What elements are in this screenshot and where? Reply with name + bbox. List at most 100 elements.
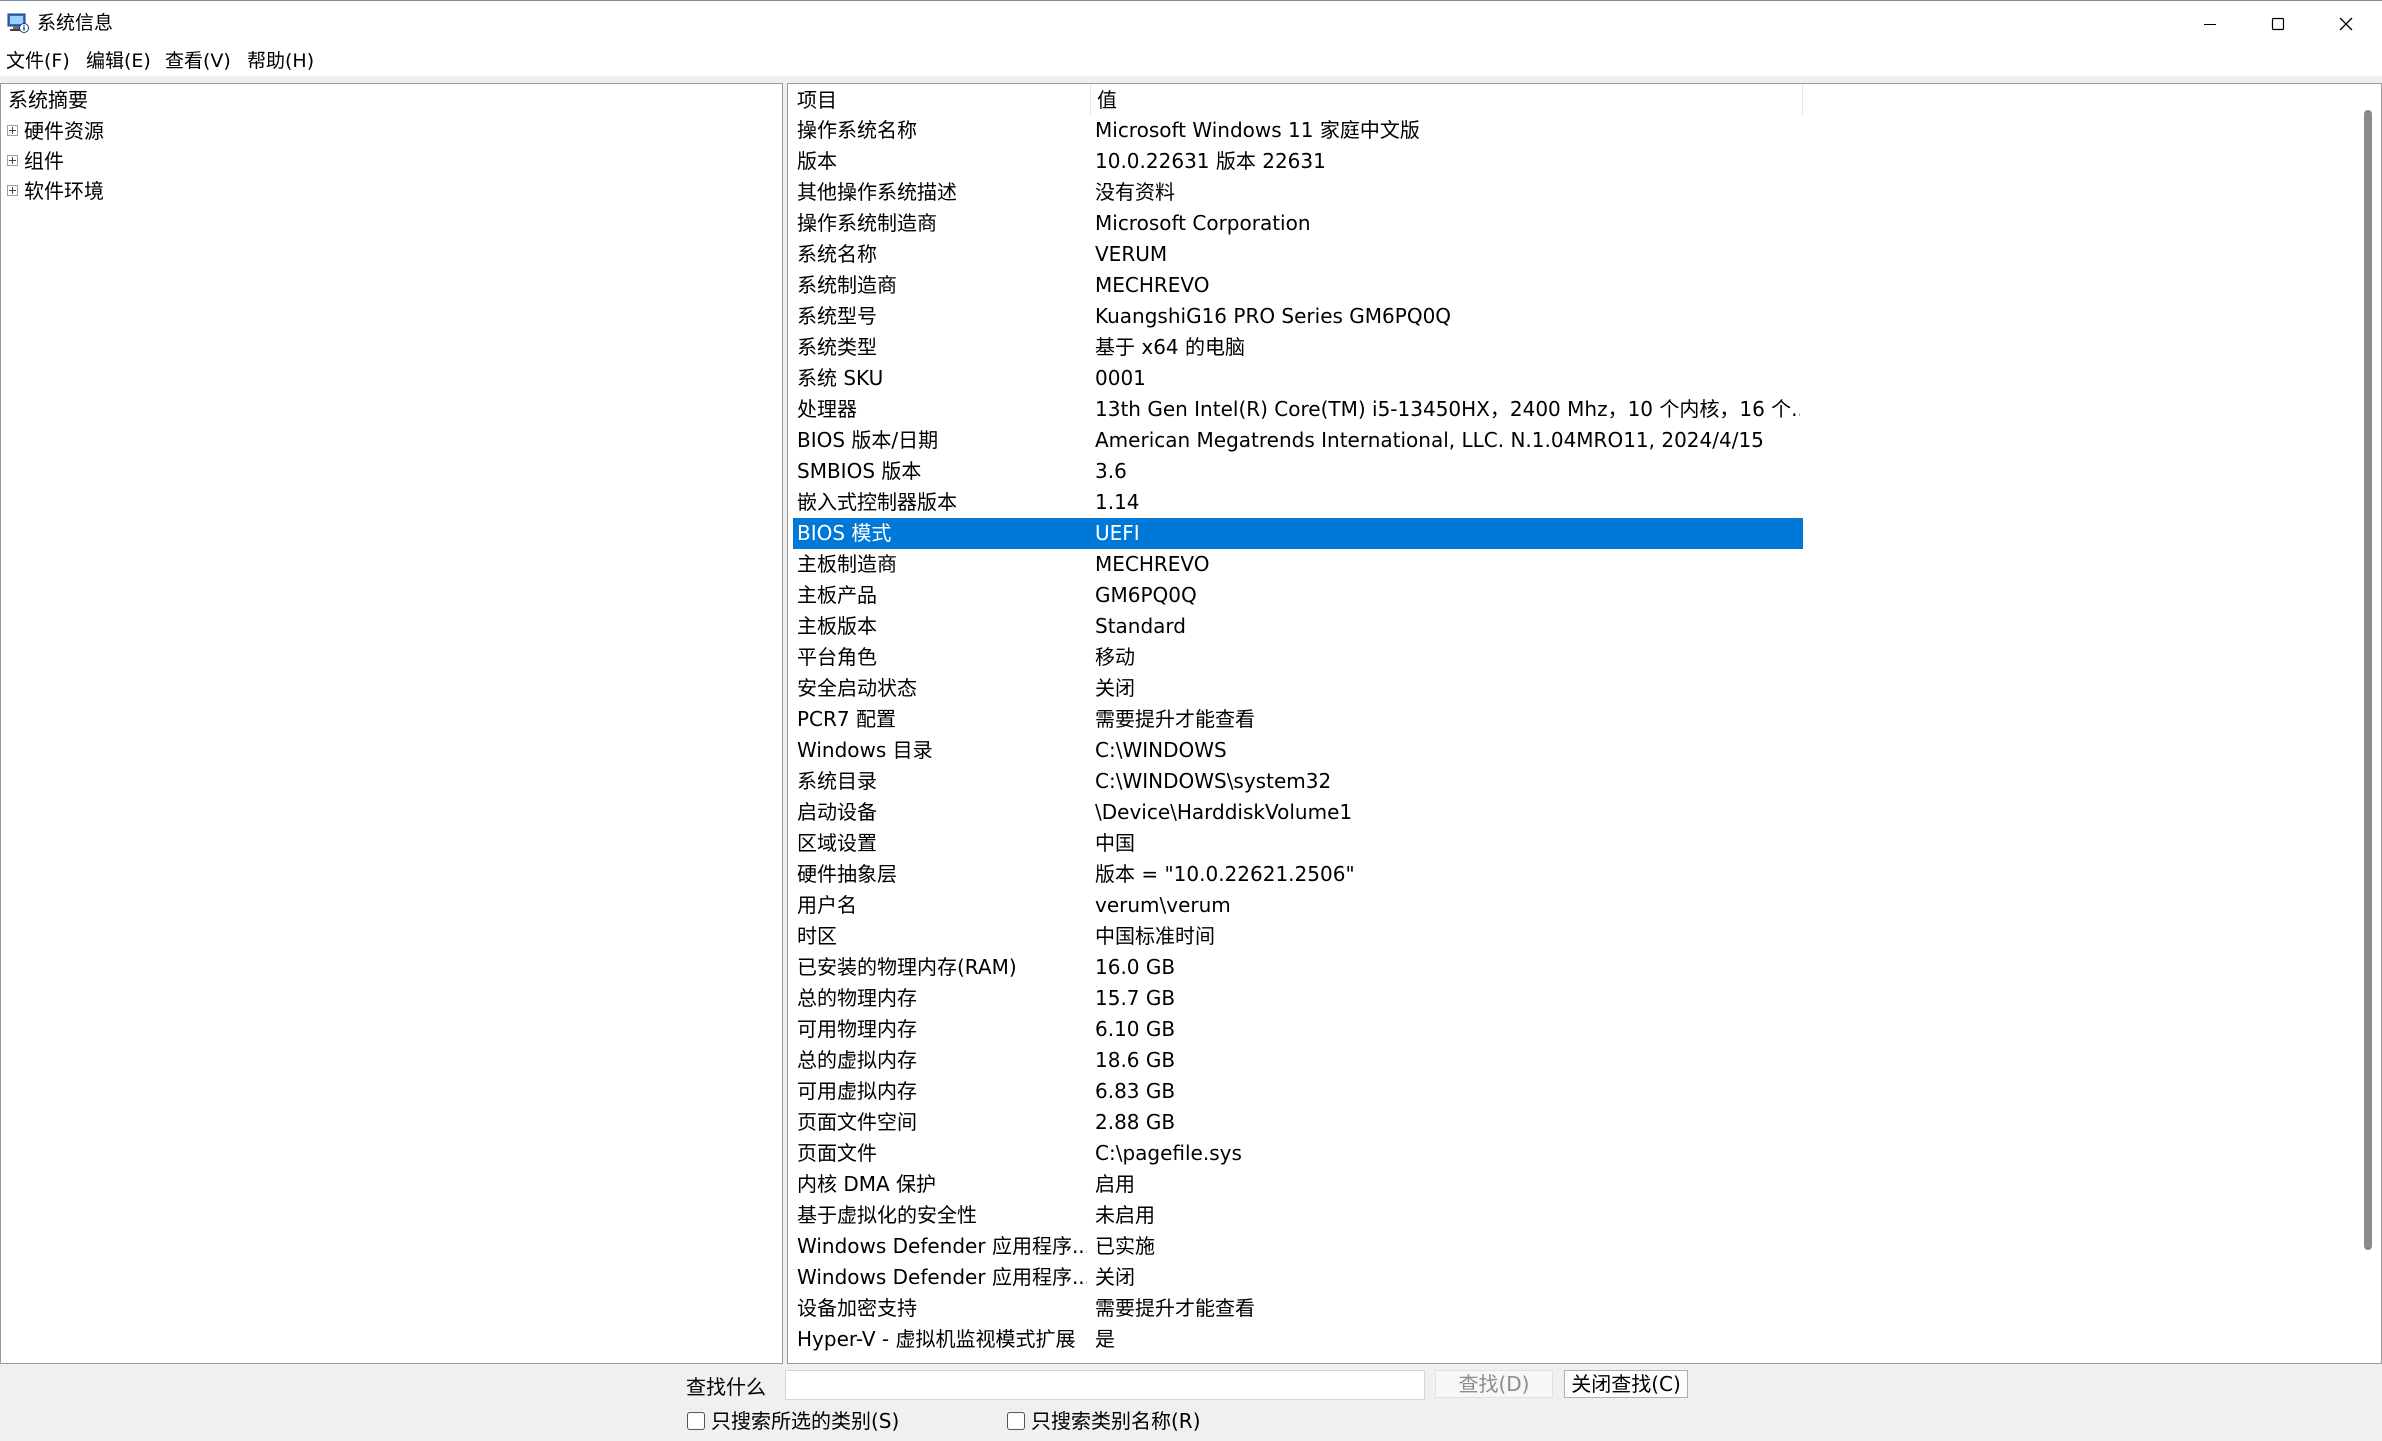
checkbox-label: 只搜索类别名称(R) [1031, 1409, 1201, 1433]
find-button[interactable]: 查找(D) [1435, 1370, 1553, 1398]
vertical-scrollbar[interactable] [2355, 84, 2381, 1363]
row-item-cell: 已安装的物理内存(RAM) [797, 955, 1017, 979]
plus-box-icon[interactable] [7, 185, 18, 196]
table-row[interactable]: 安全启动状态 关闭 [793, 673, 1803, 704]
row-item-cell: 系统目录 [797, 769, 877, 793]
table-row[interactable]: 设备加密支持 需要提升才能查看 [793, 1293, 1803, 1324]
table-row[interactable]: 主板制造商 MECHREVO [793, 549, 1803, 580]
row-item-cell: 设备加密支持 [797, 1296, 917, 1320]
scrollbar-thumb[interactable] [2364, 110, 2372, 1250]
column-divider[interactable] [1802, 84, 1803, 115]
row-item-cell: 基于虚拟化的安全性 [797, 1203, 977, 1227]
search-category-names-checkbox[interactable] [1007, 1411, 1025, 1430]
tree-item-hardware-resources[interactable]: 硬件资源 [7, 118, 104, 144]
row-item-cell: 平台角色 [797, 645, 877, 669]
table-row[interactable]: 启动设备 \Device\HarddiskVolume1 [793, 797, 1803, 828]
table-row[interactable]: 总的虚拟内存 18.6 GB [793, 1045, 1803, 1076]
row-value-cell: Microsoft Windows 11 家庭中文版 [1095, 118, 1420, 142]
title-bar[interactable]: 系统信息 [0, 0, 2382, 46]
close-find-button[interactable]: 关闭查找(C) [1564, 1370, 1688, 1398]
table-row[interactable]: 系统 SKU 0001 [793, 363, 1803, 394]
tree-item-software-environment[interactable]: 软件环境 [7, 178, 104, 204]
row-item-cell: 安全启动状态 [797, 676, 917, 700]
row-item-cell: 系统 SKU [797, 366, 884, 390]
row-item-cell: PCR7 配置 [797, 707, 897, 731]
table-row[interactable]: 系统制造商 MECHREVO [793, 270, 1803, 301]
table-row[interactable]: Windows Defender 应用程序... 已实施 [793, 1231, 1803, 1262]
table-row[interactable]: 系统目录 C:\WINDOWS\system32 [793, 766, 1803, 797]
row-value-cell: 2.88 GB [1095, 1110, 1176, 1134]
row-item-cell: BIOS 版本/日期 [797, 428, 939, 452]
column-divider[interactable] [1090, 84, 1091, 115]
table-row[interactable]: BIOS 模式 UEFI [793, 518, 1803, 549]
table-row[interactable]: 用户名 verum\verum [793, 890, 1803, 921]
row-value-cell: 是 [1095, 1327, 1115, 1351]
row-item-cell: Hyper-V - 虚拟机监视模式扩展 [797, 1327, 1076, 1351]
table-row[interactable]: 页面文件 C:\pagefile.sys [793, 1138, 1803, 1169]
column-header-value[interactable]: 值 [1097, 87, 1117, 113]
table-row[interactable]: 系统类型 基于 x64 的电脑 [793, 332, 1803, 363]
details-list[interactable]: 项目 值 操作系统名称 Microsoft Windows 11 家庭中文版 版本 1… [787, 83, 2382, 1364]
search-selected-category-checkbox[interactable] [687, 1411, 705, 1430]
tree-item-system-summary[interactable]: 系统摘要 [7, 87, 89, 113]
table-row[interactable]: 基于虚拟化的安全性 未启用 [793, 1200, 1803, 1231]
table-row[interactable]: 已安装的物理内存(RAM) 16.0 GB [793, 952, 1803, 983]
table-row[interactable]: 操作系统制造商 Microsoft Corporation [793, 208, 1803, 239]
table-row[interactable]: 内核 DMA 保护 启用 [793, 1169, 1803, 1200]
checkbox-label: 只搜索所选的类别(S) [711, 1409, 900, 1433]
row-item-cell: 总的虚拟内存 [797, 1048, 917, 1072]
row-item-cell: 可用虚拟内存 [797, 1079, 917, 1103]
tree-item-label: 硬件资源 [24, 119, 104, 143]
maximize-button[interactable] [2244, 1, 2312, 47]
table-row[interactable]: 系统型号 KuangshiG16 PRO Series GM6PQ0Q [793, 301, 1803, 332]
table-row[interactable]: SMBIOS 版本 3.6 [793, 456, 1803, 487]
table-row[interactable]: Windows 目录 C:\WINDOWS [793, 735, 1803, 766]
row-value-cell: C:\WINDOWS\system32 [1095, 769, 1332, 793]
plus-box-icon[interactable] [7, 125, 18, 136]
table-row[interactable]: 区域设置 中国 [793, 828, 1803, 859]
table-row[interactable]: 主板产品 GM6PQ0Q [793, 580, 1803, 611]
row-value-cell: 10.0.22631 版本 22631 [1095, 149, 1326, 173]
row-item-cell: 系统制造商 [797, 273, 897, 297]
search-selected-category-option[interactable]: 只搜索所选的类别(S) [687, 1408, 899, 1434]
table-row[interactable]: 处理器 13th Gen Intel(R) Core(TM) i5-13450HX… [793, 394, 1803, 425]
category-tree[interactable]: 系统摘要 硬件资源 组件 软件环境 [0, 83, 783, 1364]
minimize-button[interactable] [2176, 1, 2244, 47]
row-value-cell: C:\WINDOWS [1095, 738, 1227, 762]
row-item-cell: 系统型号 [797, 304, 877, 328]
table-row[interactable]: 版本 10.0.22631 版本 22631 [793, 146, 1803, 177]
row-value-cell: Standard [1095, 614, 1186, 638]
row-value-cell: 中国标准时间 [1095, 924, 1215, 948]
table-row[interactable]: 平台角色 移动 [793, 642, 1803, 673]
row-value-cell: 关闭 [1095, 1265, 1135, 1289]
menu-file[interactable]: 文件(F) [6, 49, 70, 73]
table-row[interactable]: 硬件抽象层 版本 = "10.0.22621.2506" [793, 859, 1803, 890]
table-row[interactable]: 其他操作系统描述 没有资料 [793, 177, 1803, 208]
table-row[interactable]: BIOS 版本/日期 American Megatrends Internatio… [793, 425, 1803, 456]
table-row[interactable]: 嵌入式控制器版本 1.14 [793, 487, 1803, 518]
menu-edit[interactable]: 编辑(E) [86, 49, 151, 73]
table-row[interactable]: PCR7 配置 需要提升才能查看 [793, 704, 1803, 735]
table-row[interactable]: 可用虚拟内存 6.83 GB [793, 1076, 1803, 1107]
search-category-names-option[interactable]: 只搜索类别名称(R) [1007, 1408, 1201, 1434]
table-row[interactable]: 主板版本 Standard [793, 611, 1803, 642]
close-icon [2338, 16, 2354, 32]
row-item-cell: 主板版本 [797, 614, 877, 638]
table-row[interactable]: Windows Defender 应用程序... 关闭 [793, 1262, 1803, 1293]
row-item-cell: 其他操作系统描述 [797, 180, 957, 204]
menu-help[interactable]: 帮助(H) [247, 49, 314, 73]
table-row[interactable]: 操作系统名称 Microsoft Windows 11 家庭中文版 [793, 115, 1803, 146]
table-row[interactable]: Hyper-V - 虚拟机监视模式扩展是 [793, 1324, 1803, 1355]
find-input[interactable] [785, 1370, 1425, 1400]
row-value-cell: 启用 [1095, 1172, 1135, 1196]
table-row[interactable]: 页面文件空间 2.88 GB [793, 1107, 1803, 1138]
table-row[interactable]: 时区 中国标准时间 [793, 921, 1803, 952]
table-row[interactable]: 系统名称 VERUM [793, 239, 1803, 270]
table-row[interactable]: 总的物理内存 15.7 GB [793, 983, 1803, 1014]
tree-item-components[interactable]: 组件 [7, 148, 64, 174]
close-button[interactable] [2312, 1, 2380, 47]
column-header-item[interactable]: 项目 [797, 87, 837, 113]
menu-view[interactable]: 查看(V) [165, 49, 231, 73]
plus-box-icon[interactable] [7, 155, 18, 166]
table-row[interactable]: 可用物理内存 6.10 GB [793, 1014, 1803, 1045]
